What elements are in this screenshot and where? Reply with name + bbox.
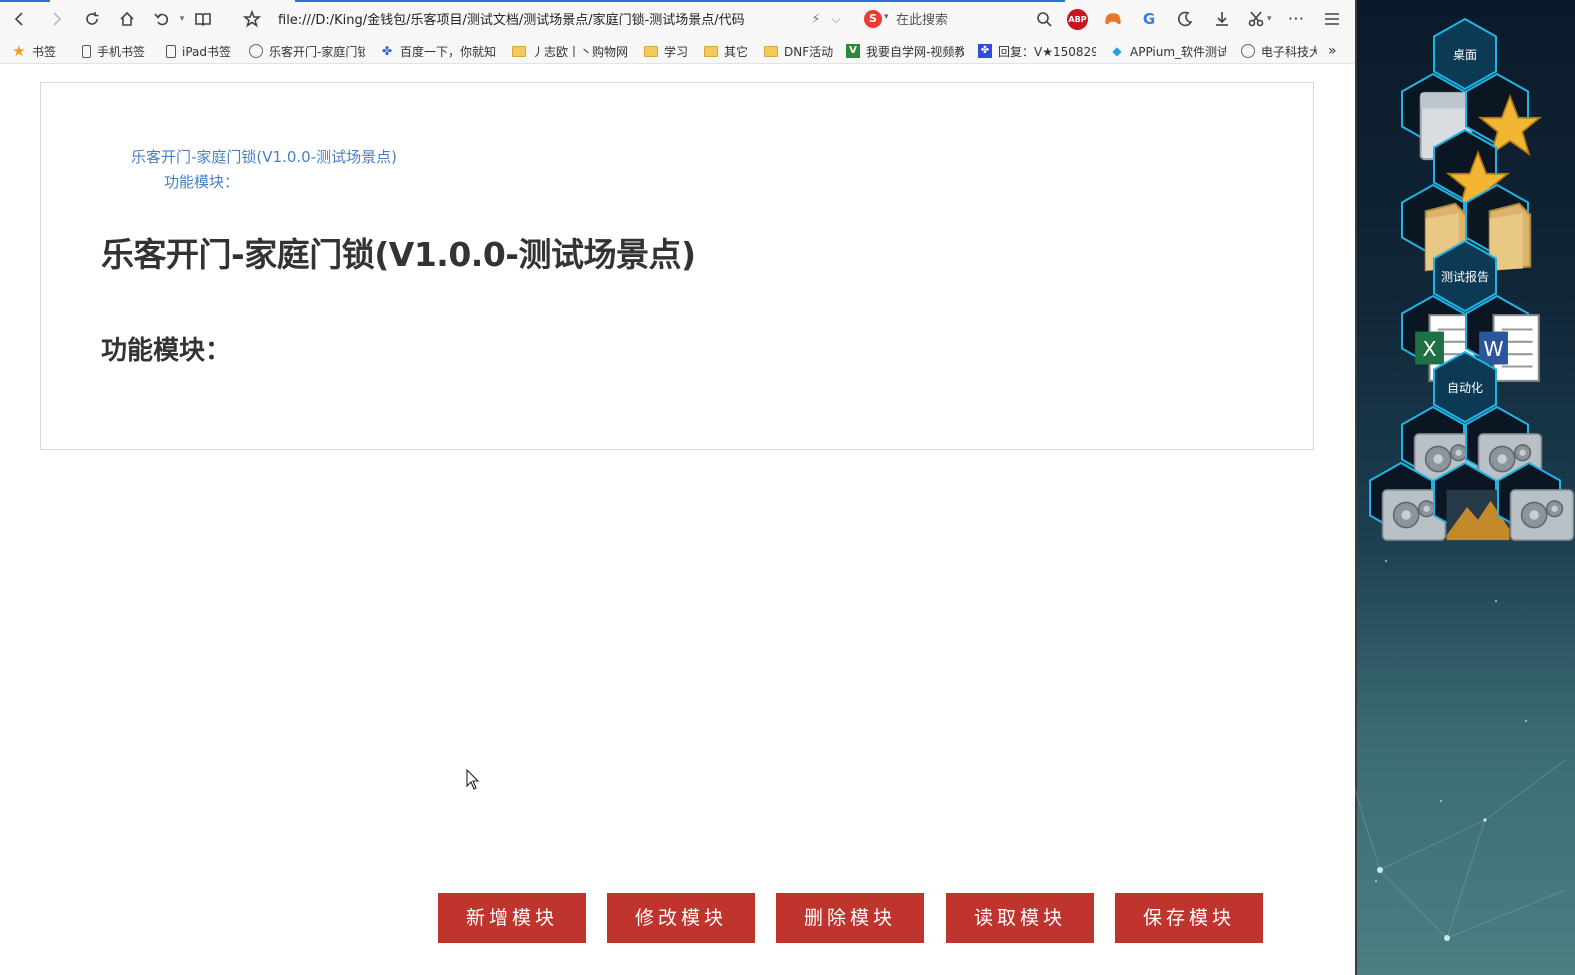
bookmark-label: 乐客开门-家庭门锁 [269, 44, 365, 59]
bookmark-item[interactable]: ✤ 百度一下，你就知 [380, 43, 496, 59]
search-icon[interactable] [1032, 7, 1056, 31]
gear-icon [1381, 478, 1447, 541]
browser-toolbar: ▾ file:///D:/King/金钱包/乐客项目/测试文档/测试场景点/家庭… [0, 0, 1355, 38]
tablet-icon [166, 44, 176, 58]
bookmark-label: 我要自学网-视频教 [866, 44, 964, 59]
save-module-button[interactable]: 保存模块 [1115, 893, 1263, 943]
tab-indicator [0, 0, 50, 2]
search-engine-caret-icon[interactable]: ▾ [884, 12, 889, 22]
star-icon [1445, 145, 1511, 213]
back-icon[interactable] [8, 7, 32, 31]
search-engine-icon[interactable]: S [864, 10, 882, 28]
address-bar[interactable]: file:///D:/King/金钱包/乐客项目/测试文档/测试场景点/家庭门锁… [278, 9, 798, 29]
folder-icon [644, 45, 658, 57]
gear-icon [1477, 422, 1543, 485]
gamepad-icon[interactable] [1101, 7, 1125, 31]
constellation-lines [1355, 760, 1566, 941]
address-dropdown-icon[interactable]: ⌵ [824, 7, 848, 31]
search-input[interactable]: 在此搜索 [896, 9, 1026, 29]
folder-icon [1477, 200, 1532, 272]
translate-icon[interactable]: G [1137, 7, 1161, 31]
bookmarks-bar: ★ 书签 手机书签 iPad书签 乐客开门-家庭门锁 ✤ 百度一下，你就知 丿志… [0, 38, 1355, 64]
globe-icon [249, 44, 263, 58]
site-icon: V [846, 44, 860, 58]
folder-icon [1413, 200, 1468, 272]
baidu-icon: ✤ [381, 44, 393, 58]
bookmark-label: 丿志欧丨丶购物网 [532, 44, 629, 59]
file-icon [1413, 89, 1473, 161]
reload-icon[interactable] [80, 7, 104, 31]
read-module-button[interactable]: 读取模块 [946, 893, 1094, 943]
mountain-icon [1445, 478, 1510, 541]
adblock-icon[interactable]: ABP [1067, 9, 1088, 30]
menu-icon[interactable] [1320, 7, 1344, 31]
bookmark-label: 其它 [724, 44, 749, 59]
folder-icon [764, 45, 778, 57]
folder-icon [512, 45, 526, 57]
bookmark-item[interactable]: 丿志欧丨丶购物网 [512, 43, 632, 59]
bookmark-item[interactable]: iPad书签 [166, 43, 244, 59]
word-icon: W [1477, 311, 1540, 382]
bookmark-item[interactable]: 学习 [644, 43, 694, 59]
screenshot-scissors-icon[interactable] [1244, 7, 1268, 31]
desktop-wallpaper: 桌面 测试报告 X W 自动化 [1355, 0, 1575, 975]
toc-link-title[interactable]: 乐客开门-家庭门锁(V1.0.0-测试场景点) [131, 146, 397, 167]
bookmark-item[interactable]: V 我要自学网-视频教 [846, 43, 964, 59]
document-panel: 乐客开门-家庭门锁(V1.0.0-测试场景点) 功能模块： 乐客开门-家庭门锁(… [40, 82, 1314, 450]
bookmark-item[interactable]: 乐客开门-家庭门锁 [249, 43, 365, 59]
add-module-button[interactable]: 新增模块 [438, 893, 586, 943]
bookmark-label: 百度一下，你就知 [400, 44, 496, 59]
diamond-icon: ◆ [1112, 44, 1122, 58]
section-heading: 功能模块： [101, 336, 232, 366]
gear-icon [1413, 422, 1479, 485]
more-icon[interactable]: ⋯ [1284, 7, 1308, 31]
bookmark-label: 学习 [664, 44, 689, 59]
bookmark-label: DNF活动 [784, 44, 834, 59]
page-load-indicator [295, 0, 1065, 2]
gear-icon [1509, 478, 1575, 541]
forward-icon[interactable] [44, 7, 68, 31]
bookmark-item[interactable]: 其它 [704, 43, 754, 59]
bookmark-star-icon[interactable] [240, 7, 264, 31]
reader-mode-icon[interactable] [191, 7, 215, 31]
star-icon: ★ [12, 43, 26, 59]
page-title: 乐客开门-家庭门锁(V1.0.0-测试场景点) [101, 235, 696, 274]
browser-window: ▾ file:///D:/King/金钱包/乐客项目/测试文档/测试场景点/家庭… [0, 0, 1355, 975]
download-icon[interactable] [1210, 7, 1234, 31]
screenshot-caret-icon[interactable]: ▾ [1267, 14, 1272, 24]
bookmarks-overflow-button[interactable]: » [1328, 43, 1344, 59]
folder-icon [704, 45, 718, 57]
mouse-cursor-icon [466, 768, 480, 795]
bookmark-label: 书签 [32, 44, 57, 59]
desktop-shortcut-gear[interactable] [1368, 461, 1447, 541]
bookmark-label: 手机书签 [97, 44, 146, 59]
bookmark-item[interactable]: ◆ APPium_软件测试 [1110, 43, 1226, 59]
edit-module-button[interactable]: 修改模块 [607, 893, 755, 943]
bookmark-item[interactable]: 手机书签 [82, 43, 162, 59]
baidu-tieba-icon: ✤ [978, 44, 992, 58]
home-icon[interactable] [115, 7, 139, 31]
bookmark-item[interactable]: ✤ 回复：V★150829 [978, 43, 1096, 59]
bookmark-label: APPium_软件测试 [1130, 44, 1226, 59]
phone-icon [82, 44, 91, 58]
star-icon [1477, 89, 1543, 157]
bookmark-item[interactable]: ★ 书签 [12, 43, 72, 59]
globe-icon [1241, 44, 1255, 58]
bookmark-item[interactable]: 电子科技大 [1241, 43, 1317, 59]
bookmark-item[interactable]: DNF活动 [764, 43, 838, 59]
delete-module-button[interactable]: 删除模块 [776, 893, 924, 943]
bookmark-label: 回复：V★150829 [998, 44, 1096, 59]
desktop-shortcut-gear[interactable] [1496, 461, 1575, 541]
toc-link-section[interactable]: 功能模块： [164, 171, 239, 192]
excel-icon: X [1413, 311, 1476, 382]
bookmark-label: 电子科技大 [1261, 44, 1317, 59]
desktop-shortcut-mountain[interactable] [1432, 461, 1510, 541]
night-mode-icon[interactable] [1173, 7, 1197, 31]
bookmark-label: iPad书签 [182, 44, 232, 59]
